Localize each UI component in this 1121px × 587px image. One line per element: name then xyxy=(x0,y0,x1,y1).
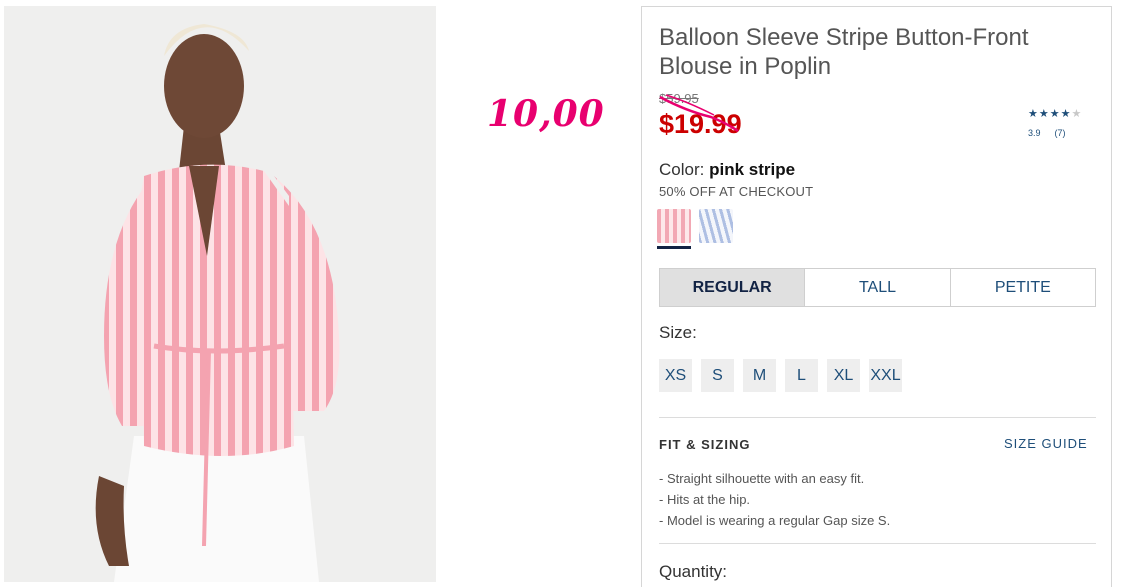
product-rating[interactable]: ★ ★ ★ ★ ★ 3.9 (7) xyxy=(1028,108,1098,138)
tab-petite[interactable]: PETITE xyxy=(949,269,1095,306)
size-button-xxl[interactable]: XXL xyxy=(869,359,902,392)
fit-sizing-heading: FIT & SIZING xyxy=(659,437,751,452)
size-guide-link[interactable]: SIZE GUIDE xyxy=(1004,436,1088,451)
selected-swatch-indicator xyxy=(657,246,691,249)
model-wearing-blouse-image xyxy=(4,6,436,582)
price-strike-annotation xyxy=(659,94,739,133)
divider xyxy=(659,417,1096,418)
divider xyxy=(659,543,1096,544)
product-photo[interactable] xyxy=(4,6,436,582)
star-filled-icon: ★ xyxy=(1038,108,1049,120)
star-empty-icon: ★ xyxy=(1071,108,1082,120)
rating-value: 3.9 xyxy=(1028,128,1041,138)
size-button-xs[interactable]: XS xyxy=(659,359,692,392)
promo-text: 50% OFF AT CHECKOUT xyxy=(659,184,814,199)
tab-tall[interactable]: TALL xyxy=(804,269,949,306)
product-info-panel: Balloon Sleeve Stripe Button-Front Blous… xyxy=(641,6,1112,587)
color-value: pink stripe xyxy=(709,160,796,179)
list-item: - Straight silhouette with an easy fit. xyxy=(659,471,865,486)
size-button-s[interactable]: S xyxy=(701,359,734,392)
swatch-blue-stripe[interactable] xyxy=(699,209,733,243)
tab-regular[interactable]: REGULAR xyxy=(660,269,805,306)
fit-details-list: - Straight silhouette with an easy fit. … xyxy=(659,468,890,531)
review-count-link[interactable]: (7) xyxy=(1055,128,1066,138)
size-button-l[interactable]: L xyxy=(785,359,818,392)
size-label: Size: xyxy=(659,323,697,342)
size-button-xl[interactable]: XL xyxy=(827,359,860,392)
quantity-label: Quantity: xyxy=(659,562,728,581)
star-filled-icon: ★ xyxy=(1060,108,1071,120)
size-button-m[interactable]: M xyxy=(743,359,776,392)
star-filled-icon: ★ xyxy=(1049,108,1060,120)
list-item: - Model is wearing a regular Gap size S. xyxy=(659,513,891,528)
product-title: Balloon Sleeve Stripe Button-Front Blous… xyxy=(659,24,1029,80)
handwritten-price-annotation: 10,00 xyxy=(487,93,605,135)
size-options: XS S M L XL XXL xyxy=(659,359,902,392)
rating-stars: ★ ★ ★ ★ ★ xyxy=(1028,108,1098,120)
color-selection-label: Color: pink stripe xyxy=(659,160,795,180)
fit-tabs: REGULAR TALL PETITE xyxy=(659,268,1096,307)
color-label: Color: xyxy=(659,160,705,179)
star-filled-icon: ★ xyxy=(1028,108,1038,120)
list-item: - Hits at the hip. xyxy=(659,492,751,507)
swatch-pink-stripe[interactable] xyxy=(657,209,691,243)
